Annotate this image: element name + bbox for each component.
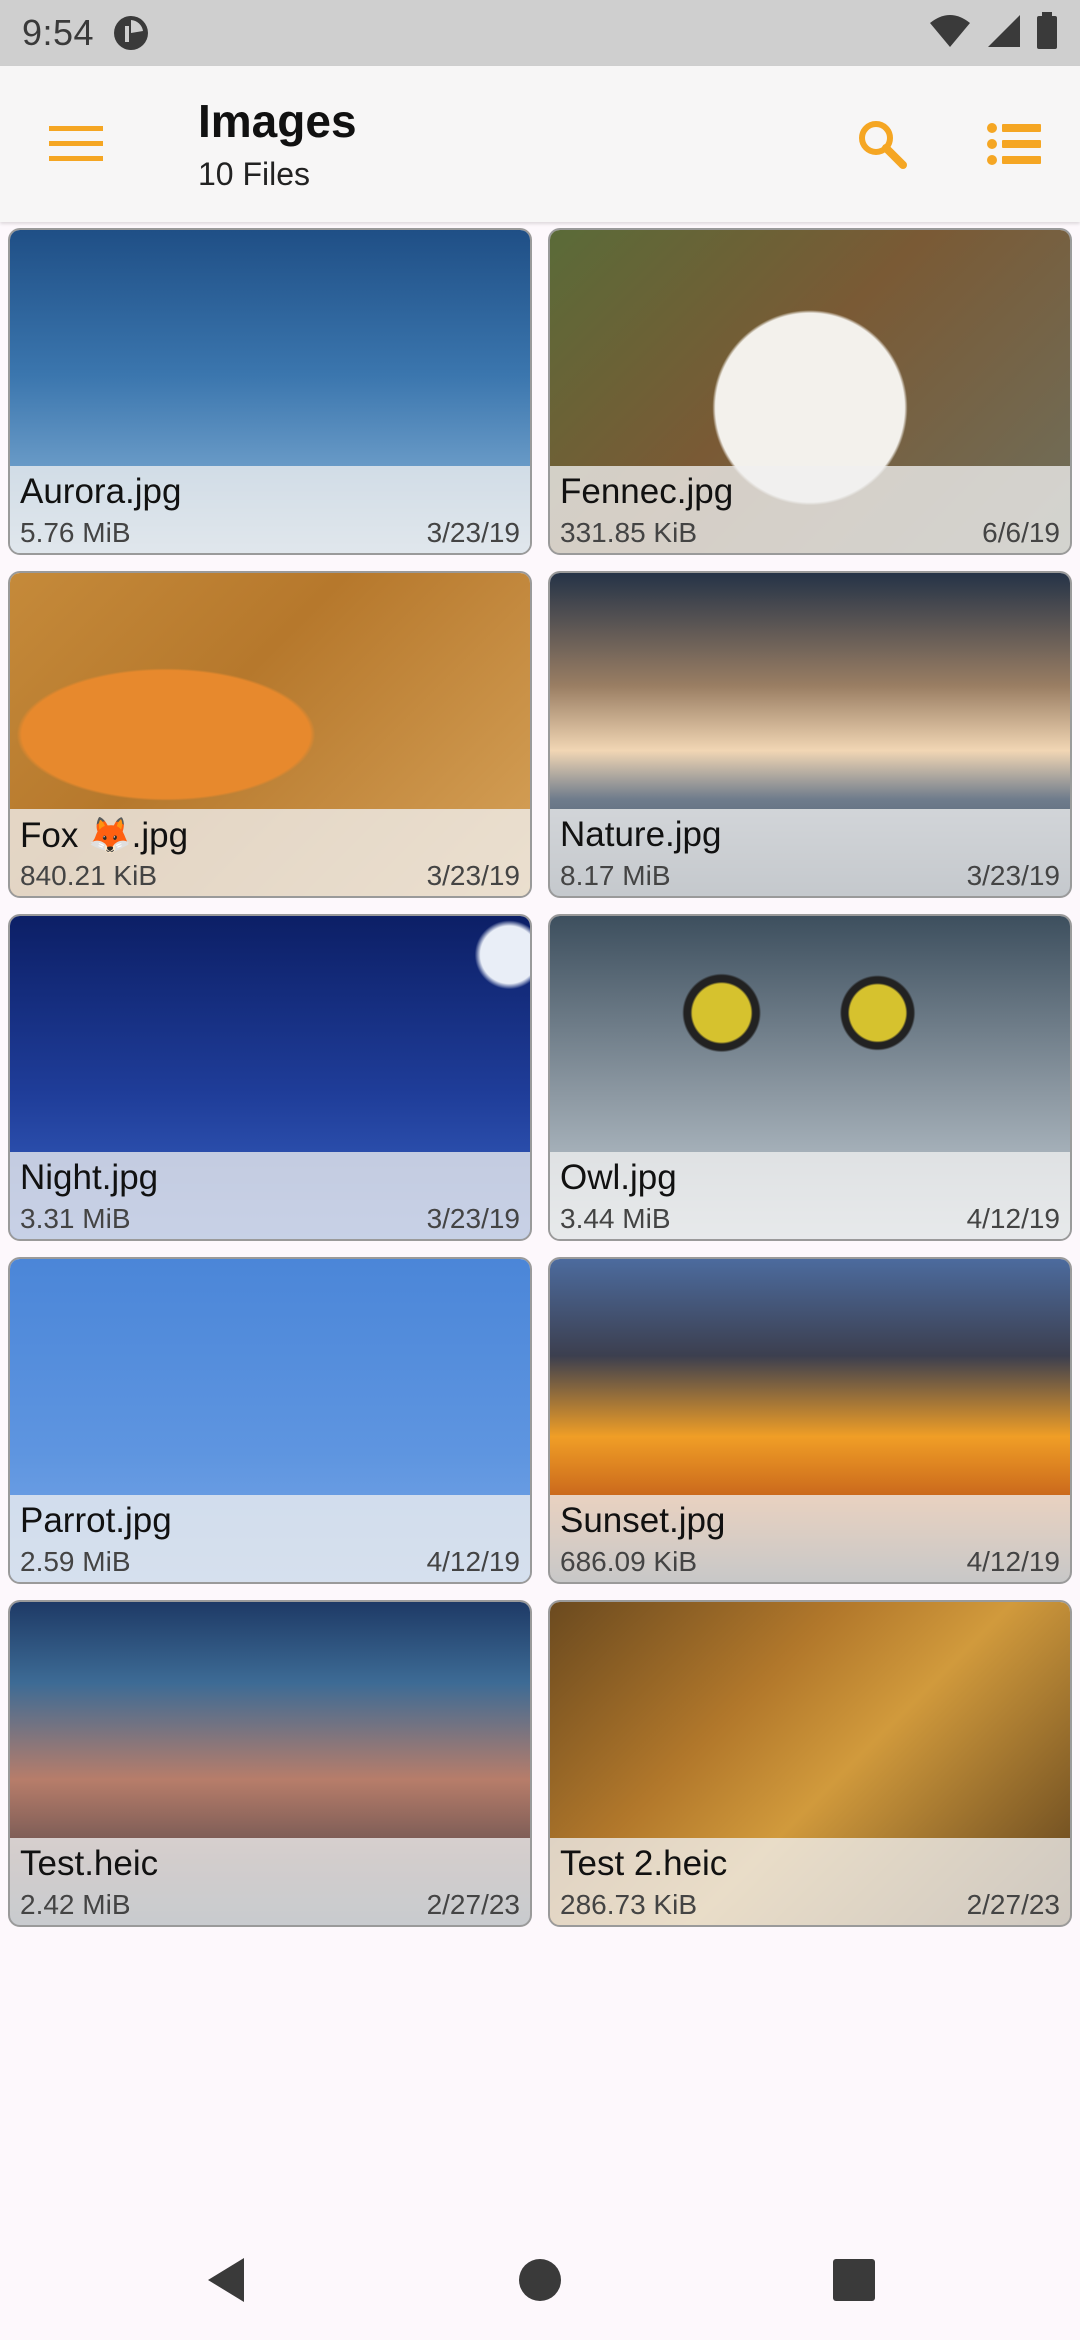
file-name: Night.jpg [20, 1158, 159, 1197]
list-view-button[interactable] [978, 110, 1050, 182]
back-button[interactable] [200, 2252, 256, 2308]
file-name: Test.heic [20, 1844, 159, 1883]
file-size: 840.21 KiB [20, 860, 157, 891]
file-date: 2/27/23 [426, 1889, 520, 1920]
status-icons [928, 11, 1058, 55]
file-name: Owl.jpg [560, 1158, 677, 1197]
file-name: Test 2.heic [560, 1844, 728, 1883]
file-caption: Night.jpg 3.31 MiB 3/23/19 [10, 1152, 530, 1239]
file-size: 2.42 MiB [20, 1889, 131, 1920]
file-size: 2.59 MiB [20, 1546, 131, 1577]
file-card-nature[interactable]: Nature.jpg 8.17 MiB 3/23/19 [548, 571, 1072, 898]
file-caption: Parrot.jpg 2.59 MiB 4/12/19 [10, 1495, 530, 1582]
battery-icon [1036, 11, 1058, 55]
file-grid: Aurora.jpg 5.76 MiB 3/23/19 Fennec.jpg 3… [8, 228, 1072, 1927]
file-size: 8.17 MiB [560, 860, 671, 891]
file-caption: Test.heic 2.42 MiB 2/27/23 [10, 1838, 530, 1925]
file-name: Aurora.jpg [20, 472, 182, 511]
file-size: 286.73 KiB [560, 1889, 697, 1920]
file-date: 6/6/19 [982, 517, 1060, 548]
back-triangle-icon [200, 2258, 256, 2312]
file-date: 4/12/19 [966, 1546, 1060, 1577]
file-caption: Aurora.jpg 5.76 MiB 3/23/19 [10, 466, 530, 553]
file-card-sunset[interactable]: Sunset.jpg 686.09 KiB 4/12/19 [548, 1257, 1072, 1584]
file-card-parrot[interactable]: Parrot.jpg 2.59 MiB 4/12/19 [8, 1257, 532, 1584]
menu-button[interactable] [44, 114, 108, 178]
system-nav-bar [0, 2212, 1080, 2340]
search-button[interactable] [846, 110, 918, 182]
file-name: Parrot.jpg [20, 1501, 172, 1540]
file-card-night[interactable]: Night.jpg 3.31 MiB 3/23/19 [8, 914, 532, 1241]
hamburger-menu-icon [49, 124, 103, 169]
file-date: 3/23/19 [426, 860, 520, 891]
file-size: 3.44 MiB [560, 1203, 671, 1234]
file-date: 3/23/19 [426, 517, 520, 548]
pie-app-icon [112, 14, 150, 52]
file-size: 5.76 MiB [20, 517, 131, 548]
file-name: Fox 🦊.jpg [20, 816, 189, 855]
file-card-fox[interactable]: Fox 🦊.jpg 840.21 KiB 3/23/19 [8, 571, 532, 898]
file-name: Sunset.jpg [560, 1501, 726, 1540]
file-caption: Sunset.jpg 686.09 KiB 4/12/19 [550, 1495, 1070, 1582]
file-card-fennec[interactable]: Fennec.jpg 331.85 KiB 6/6/19 [548, 228, 1072, 555]
app-bar: Images 10 Files [0, 66, 1080, 222]
file-count: 10 Files [198, 156, 311, 192]
search-icon [856, 118, 908, 175]
file-card-aurora[interactable]: Aurora.jpg 5.76 MiB 3/23/19 [8, 228, 532, 555]
status-bar: 9:54 [0, 0, 1080, 66]
wifi-icon [928, 13, 972, 54]
file-name: Fennec.jpg [560, 472, 734, 511]
file-card-test[interactable]: Test.heic 2.42 MiB 2/27/23 [8, 1600, 532, 1927]
page-title: Images [198, 95, 357, 147]
home-circle-icon [512, 2259, 568, 2312]
title-block: Images 10 Files [198, 94, 357, 193]
file-card-owl[interactable]: Owl.jpg 3.44 MiB 4/12/19 [548, 914, 1072, 1241]
file-caption: Fennec.jpg 331.85 KiB 6/6/19 [550, 466, 1070, 553]
file-date: 3/23/19 [426, 1203, 520, 1234]
recents-button[interactable] [826, 2252, 882, 2308]
file-caption: Nature.jpg 8.17 MiB 3/23/19 [550, 809, 1070, 896]
recents-square-icon [826, 2259, 882, 2312]
status-time: 9:54 [22, 12, 95, 53]
file-caption: Owl.jpg 3.44 MiB 4/12/19 [550, 1152, 1070, 1239]
file-date: 3/23/19 [966, 860, 1060, 891]
file-size: 331.85 KiB [560, 517, 697, 548]
file-name: Nature.jpg [560, 815, 722, 854]
file-size: 3.31 MiB [20, 1203, 131, 1234]
file-date: 2/27/23 [966, 1889, 1060, 1920]
file-size: 686.09 KiB [560, 1546, 697, 1577]
file-card-test-2[interactable]: Test 2.heic 286.73 KiB 2/27/23 [548, 1600, 1072, 1927]
cell-signal-icon [986, 13, 1022, 54]
home-button[interactable] [512, 2252, 568, 2308]
list-view-icon [987, 122, 1041, 171]
file-caption: Test 2.heic 286.73 KiB 2/27/23 [550, 1838, 1070, 1925]
file-caption: Fox 🦊.jpg 840.21 KiB 3/23/19 [10, 809, 530, 896]
file-date: 4/12/19 [966, 1203, 1060, 1234]
file-date: 4/12/19 [426, 1546, 520, 1577]
